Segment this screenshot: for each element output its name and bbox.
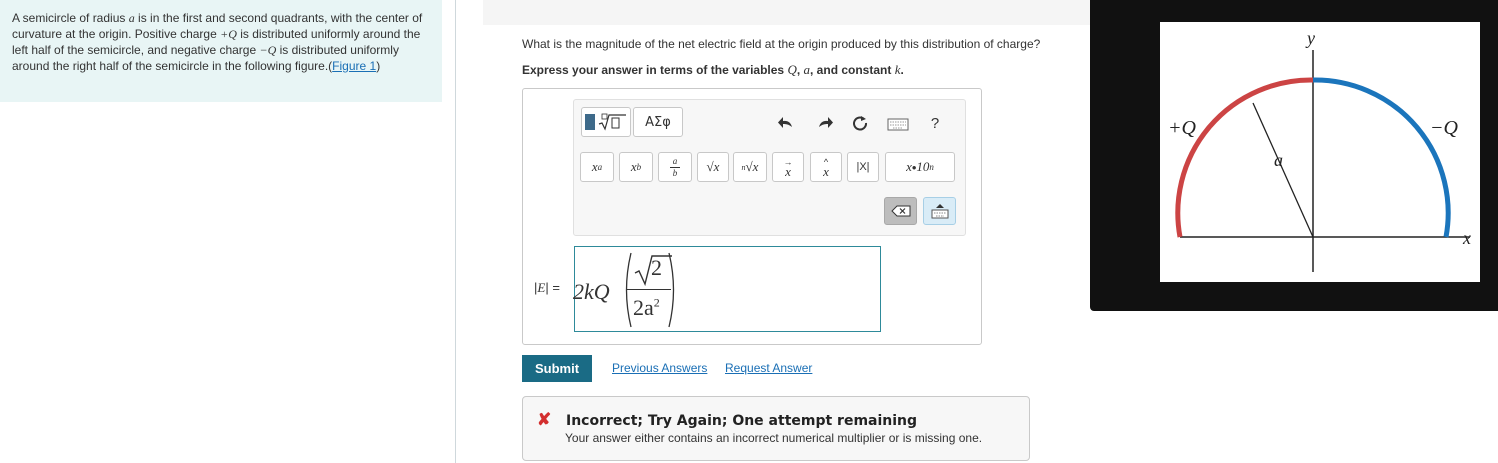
redo-icon[interactable]	[814, 112, 836, 134]
keyboard-up-icon	[931, 204, 948, 219]
reset-circle-icon	[853, 116, 867, 131]
plus-q-label: +Q	[1168, 117, 1196, 139]
answer-den-exp: 2	[653, 295, 660, 310]
scientific-notation-button[interactable]: x • 10 n	[885, 152, 955, 182]
templates-button[interactable]	[581, 107, 631, 137]
vector-button[interactable]: → x	[772, 152, 804, 182]
negative-charge-arc	[1312, 77, 1451, 238]
backspace-icon	[890, 205, 910, 217]
figure-panel: y x +Q −Q a	[1160, 22, 1480, 282]
keyboard-shape-icon	[887, 118, 909, 131]
reset-icon[interactable]	[849, 112, 871, 134]
superscript-button[interactable]: xa	[580, 152, 614, 182]
semicircle-figure: y x +Q −Q a	[1168, 28, 1471, 272]
sci-ten: 10	[916, 159, 930, 174]
top-strip	[483, 0, 1090, 25]
backspace-button[interactable]	[884, 197, 917, 225]
subscript-sub: b	[636, 162, 642, 172]
answer-coefficient: 2kQ	[573, 279, 610, 305]
panel-divider	[455, 0, 456, 463]
unit-vector-button[interactable]: ^ x	[810, 152, 842, 182]
instruction-prefix: Express your answer in terms of the vari…	[522, 63, 788, 77]
figure-link[interactable]: Figure 1	[332, 59, 376, 73]
y-axis-label: y	[1305, 28, 1315, 48]
superscript-exp: a	[597, 162, 603, 172]
nth-root-label: √x	[745, 159, 759, 174]
feedback-message: Your answer either contains an incorrect…	[565, 431, 983, 445]
fraction-den: b	[672, 167, 678, 178]
instruction-comma: ,	[796, 63, 804, 77]
undo-arrow-icon	[778, 117, 792, 128]
subscript-button[interactable]: xb	[619, 152, 653, 182]
template-block-icon	[584, 114, 595, 130]
fraction-num: a	[672, 155, 678, 166]
problem-statement: A semicircle of radius a is in the first…	[12, 10, 432, 74]
help-button[interactable]: ?	[924, 112, 946, 134]
request-answer-link[interactable]: Request Answer	[725, 361, 812, 375]
sqrt-button[interactable]: √x	[697, 152, 729, 182]
radius-label: a	[1274, 150, 1283, 170]
radical-template-icon	[598, 113, 626, 131]
absolute-value-button[interactable]: |X|	[847, 152, 879, 182]
instruction-var-q: Q	[787, 62, 797, 77]
minus-q-label: −Q	[1430, 117, 1458, 139]
answer-den-base: 2a	[633, 295, 654, 320]
problem-text-1: A semicircle of radius	[12, 11, 129, 25]
answer-instruction: Express your answer in terms of the vari…	[522, 62, 904, 78]
answer-fraction-bar	[627, 289, 671, 290]
radius-line	[1252, 102, 1314, 238]
right-paren-icon	[668, 252, 675, 328]
answer-denominator: 2a2	[633, 295, 660, 321]
incorrect-icon: ✘	[537, 410, 552, 429]
submit-button[interactable]: Submit	[522, 355, 592, 382]
sci-exponent: n	[929, 162, 934, 172]
problem-minus-q: −Q	[259, 43, 277, 57]
left-paren-icon	[625, 252, 632, 328]
answer-sqrt-radicand: 2	[651, 255, 662, 280]
figure-link-close: )	[376, 59, 381, 73]
vector-label: x	[785, 164, 791, 179]
x-axis-label: x	[1462, 228, 1471, 248]
equals-sign: =	[548, 280, 560, 295]
keyboard-icon[interactable]	[886, 113, 910, 135]
answer-coef-text: 2kQ	[573, 279, 610, 304]
instruction-and-constant: , and constant	[810, 63, 895, 77]
greek-symbols-button[interactable]: ΑΣφ	[633, 107, 683, 137]
problem-panel: A semicircle of radius a is in the first…	[0, 0, 442, 102]
instruction-period: .	[900, 63, 904, 77]
fraction-button[interactable]: a b	[658, 152, 692, 182]
answer-label: |E| =	[534, 280, 560, 296]
positive-charge-arc	[1175, 77, 1314, 238]
keyboard-toggle-button[interactable]	[923, 197, 956, 225]
problem-plus-q: +Q	[220, 27, 237, 41]
unit-vector-label: x	[823, 164, 829, 179]
nth-root-button[interactable]: n √x	[733, 152, 767, 182]
undo-icon[interactable]	[775, 112, 797, 134]
question-text: What is the magnitude of the net electri…	[522, 37, 1041, 51]
answer-input[interactable]: 2kQ 2 2a2	[573, 246, 881, 332]
feedback-title: Incorrect; Try Again; One attempt remain…	[566, 413, 918, 429]
previous-answers-link[interactable]: Previous Answers	[612, 361, 707, 375]
redo-arrow-icon	[819, 117, 833, 128]
